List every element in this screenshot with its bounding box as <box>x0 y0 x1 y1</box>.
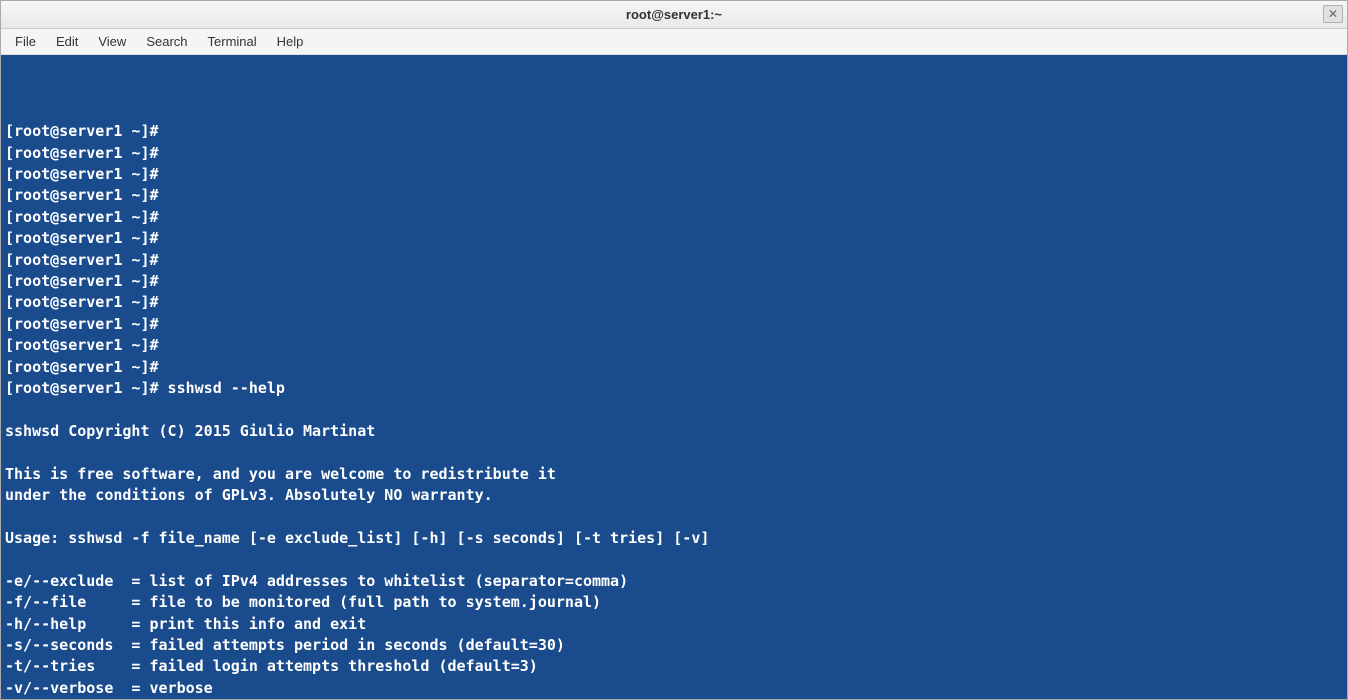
terminal-line: [root@server1 ~]# <box>5 335 1343 356</box>
titlebar: root@server1:~ ✕ <box>1 1 1347 29</box>
terminal-line: -f/--file = file to be monitored (full p… <box>5 592 1343 613</box>
terminal-line: [root@server1 ~]# <box>5 143 1343 164</box>
terminal-line: -e/--exclude = list of IPv4 addresses to… <box>5 571 1343 592</box>
close-icon: ✕ <box>1328 7 1338 21</box>
terminal-area[interactable]: [root@server1 ~]#[root@server1 ~]#[root@… <box>1 55 1347 699</box>
menu-edit[interactable]: Edit <box>48 31 86 52</box>
terminal-line: [root@server1 ~]# <box>5 164 1343 185</box>
terminal-line: [root@server1 ~]# <box>5 185 1343 206</box>
terminal-line: [root@server1 ~]# sshwsd --help <box>5 378 1343 399</box>
menu-search[interactable]: Search <box>138 31 195 52</box>
terminal-line: [root@server1 ~]# <box>5 292 1343 313</box>
terminal-line: -s/--seconds = failed attempts period in… <box>5 635 1343 656</box>
terminal-line: [root@server1 ~]# <box>5 250 1343 271</box>
terminal-line: [root@server1 ~]# <box>5 271 1343 292</box>
menu-view[interactable]: View <box>90 31 134 52</box>
terminal-line: sshwsd Copyright (C) 2015 Giulio Martina… <box>5 421 1343 442</box>
menu-terminal[interactable]: Terminal <box>200 31 265 52</box>
terminal-line: [root@server1 ~]# <box>5 228 1343 249</box>
menu-help[interactable]: Help <box>269 31 312 52</box>
terminal-line: [root@server1 ~]# <box>5 314 1343 335</box>
terminal-line: Usage: sshwsd -f file_name [-e exclude_l… <box>5 528 1343 549</box>
terminal-line: -t/--tries = failed login attempts thres… <box>5 656 1343 677</box>
terminal-line: This is free software, and you are welco… <box>5 464 1343 485</box>
close-button[interactable]: ✕ <box>1323 5 1343 23</box>
terminal-line: under the conditions of GPLv3. Absolutel… <box>5 485 1343 506</box>
menu-file[interactable]: File <box>7 31 44 52</box>
terminal-line <box>5 549 1343 570</box>
menubar: File Edit View Search Terminal Help <box>1 29 1347 55</box>
terminal-line: -h/--help = print this info and exit <box>5 614 1343 635</box>
terminal-line <box>5 400 1343 421</box>
terminal-line <box>5 442 1343 463</box>
terminal-line: [root@server1 ~]# <box>5 121 1343 142</box>
terminal-line: [root@server1 ~]# <box>5 207 1343 228</box>
window-title: root@server1:~ <box>1 7 1347 22</box>
terminal-line: [root@server1 ~]# <box>5 357 1343 378</box>
terminal-line: -v/--verbose = verbose <box>5 678 1343 699</box>
terminal-line <box>5 507 1343 528</box>
scrollbar[interactable] <box>1333 55 1347 699</box>
terminal-window: root@server1:~ ✕ File Edit View Search T… <box>0 0 1348 700</box>
